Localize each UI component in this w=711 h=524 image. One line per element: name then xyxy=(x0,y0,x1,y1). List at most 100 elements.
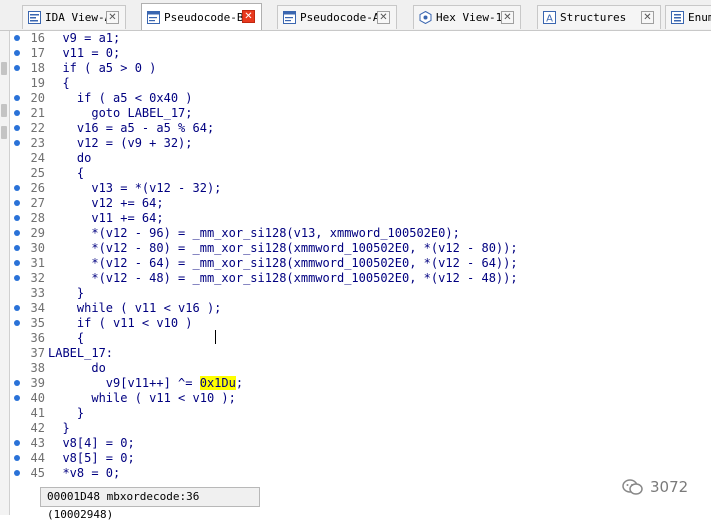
line-number: 45 xyxy=(30,466,45,480)
code-text: *(v12 - 48) = _mm_xor_si128(xmmword_1005… xyxy=(48,271,518,286)
code-line[interactable]: 27 v12 += 64; xyxy=(10,196,710,211)
code-line[interactable]: 43 v8[4] = 0; xyxy=(10,436,710,451)
scroll-marker xyxy=(1,126,7,139)
code-segment: while ( v11 < v16 ); xyxy=(48,301,222,315)
code-line[interactable]: 38 do xyxy=(10,361,710,376)
code-text: goto LABEL_17; xyxy=(48,106,193,121)
close-icon[interactable]: ✕ xyxy=(242,10,255,23)
pseudocode-icon xyxy=(146,10,160,24)
wechat-icon xyxy=(622,479,643,495)
line-number: 35 xyxy=(30,316,45,330)
highlighted-constant[interactable]: 0x1Du xyxy=(199,376,236,390)
tab-label: IDA View-A xyxy=(45,11,112,24)
close-icon[interactable]: ✕ xyxy=(377,11,390,24)
code-segment: *(v12 - 80) = _mm_xor_si128(xmmword_1005… xyxy=(48,241,518,255)
code-line[interactable]: 20 if ( a5 < 0x40 ) xyxy=(10,91,710,106)
line-number: 19 xyxy=(30,76,45,90)
svg-text:A: A xyxy=(546,14,553,25)
code-line[interactable]: 33 } xyxy=(10,286,710,301)
code-line[interactable]: 42 } xyxy=(10,421,710,436)
code-line[interactable]: 19 { xyxy=(10,76,710,91)
code-segment: { xyxy=(48,76,70,90)
line-number: 16 xyxy=(30,31,45,45)
code-line[interactable]: 32 *(v12 - 48) = _mm_xor_si128(xmmword_1… xyxy=(10,271,710,286)
code-text: { xyxy=(48,76,70,91)
close-icon[interactable]: ✕ xyxy=(501,11,514,24)
code-text: if ( a5 < 0x40 ) xyxy=(48,91,193,106)
code-line[interactable]: 31 *(v12 - 64) = _mm_xor_si128(xmmword_1… xyxy=(10,256,710,271)
code-line[interactable]: 34 while ( v11 < v16 ); xyxy=(10,301,710,316)
code-line[interactable]: 44 v8[5] = 0; xyxy=(10,451,710,466)
line-number: 38 xyxy=(30,361,45,375)
code-text: do xyxy=(48,151,91,166)
code-text: v8[4] = 0; xyxy=(48,436,135,451)
code-segment: v12 += 64; xyxy=(48,196,164,210)
code-line[interactable]: 29 *(v12 - 96) = _mm_xor_si128(v13, xmmw… xyxy=(10,226,710,241)
code-segment: } xyxy=(48,421,70,435)
line-number: 40 xyxy=(30,391,45,405)
tab-pseudocode-b[interactable]: Pseudocode-B ✕ xyxy=(141,3,262,30)
code-text: *v8 = 0; xyxy=(48,466,120,481)
close-icon[interactable]: ✕ xyxy=(106,11,119,24)
code-line[interactable]: 45 *v8 = 0; xyxy=(10,466,710,481)
code-line[interactable]: 24 do xyxy=(10,151,710,166)
code-text: v11 += 64; xyxy=(48,211,164,226)
line-number: 22 xyxy=(30,121,45,135)
tab-structures[interactable]: A Structures ✕ xyxy=(537,5,661,29)
code-text: } xyxy=(48,421,70,436)
code-text: while ( v11 < v10 ); xyxy=(48,391,236,406)
code-line[interactable]: 41 } xyxy=(10,406,710,421)
scroll-marker xyxy=(1,62,7,75)
line-number: 26 xyxy=(30,181,45,195)
code-text: v8[5] = 0; xyxy=(48,451,135,466)
code-line[interactable]: 37 LABEL_17: xyxy=(10,346,710,361)
status-bar: 00001D48 mbxordecode:36 (10002948) xyxy=(40,487,260,521)
code-line[interactable]: 23 v12 = (v9 + 32); xyxy=(10,136,710,151)
line-number: 27 xyxy=(30,196,45,210)
code-segment: ; xyxy=(235,376,244,390)
code-line[interactable]: 21 goto LABEL_17; xyxy=(10,106,710,121)
code-line[interactable]: 17 v11 = 0; xyxy=(10,46,710,61)
code-segment: v8[5] = 0; xyxy=(48,451,135,465)
code-line[interactable]: 40 while ( v11 < v10 ); xyxy=(10,391,710,406)
line-number: 20 xyxy=(30,91,45,105)
code-line[interactable]: 30 *(v12 - 80) = _mm_xor_si128(xmmword_1… xyxy=(10,241,710,256)
tab-label: Enum xyxy=(688,11,711,24)
code-line[interactable]: 22 v16 = a5 - a5 % 64; xyxy=(10,121,710,136)
code-text: { xyxy=(48,166,84,181)
code-text: { xyxy=(48,331,84,346)
code-line[interactable]: 36 { xyxy=(10,331,710,346)
tab-hex-view-1[interactable]: Hex View-1 ✕ xyxy=(413,5,521,29)
code-text: v13 = *(v12 - 32); xyxy=(48,181,221,196)
code-segment: LABEL_17: xyxy=(48,346,114,360)
tab-ida-view-a[interactable]: IDA View-A ✕ xyxy=(22,5,126,29)
line-number: 24 xyxy=(30,151,45,165)
line-number: 18 xyxy=(30,61,45,75)
line-number: 39 xyxy=(30,376,45,390)
pseudocode-icon xyxy=(282,11,296,25)
code-line[interactable]: 26 v13 = *(v12 - 32); xyxy=(10,181,710,196)
code-segment: do xyxy=(48,151,92,165)
code-text: v12 = (v9 + 32); xyxy=(48,136,193,151)
code-text: v9 = a1; xyxy=(48,31,120,46)
code-line[interactable]: 35 if ( v11 < v10 ) xyxy=(10,316,710,331)
line-number: 30 xyxy=(30,241,45,255)
close-icon[interactable]: ✕ xyxy=(641,11,654,24)
code-line[interactable]: 25 { xyxy=(10,166,710,181)
code-segment: v8[4] = 0; xyxy=(48,436,135,450)
line-number: 28 xyxy=(30,211,45,225)
code-line[interactable]: 16 v9 = a1; xyxy=(10,31,710,46)
code-line[interactable]: 39 v9[v11++] ^= 0x1Du; xyxy=(10,376,710,391)
code-segment: goto LABEL_17; xyxy=(48,106,193,120)
code-line[interactable]: 28 v11 += 64; xyxy=(10,211,710,226)
tab-label: Structures xyxy=(560,11,627,24)
line-number: 42 xyxy=(30,421,45,435)
tab-pseudocode-a[interactable]: Pseudocode-A ✕ xyxy=(277,5,397,29)
code-line[interactable]: 18 if ( a5 > 0 ) xyxy=(10,61,710,76)
code-segment: v11 = 0; xyxy=(48,46,121,60)
tab-enums[interactable]: Enum xyxy=(665,5,711,29)
code-segment: *(v12 - 48) = _mm_xor_si128(xmmword_1005… xyxy=(48,271,518,285)
code-text: *(v12 - 96) = _mm_xor_si128(v13, xmmword… xyxy=(48,226,459,241)
overview-scrollbar[interactable] xyxy=(0,31,10,515)
code-segment: v11 += 64; xyxy=(48,211,164,225)
